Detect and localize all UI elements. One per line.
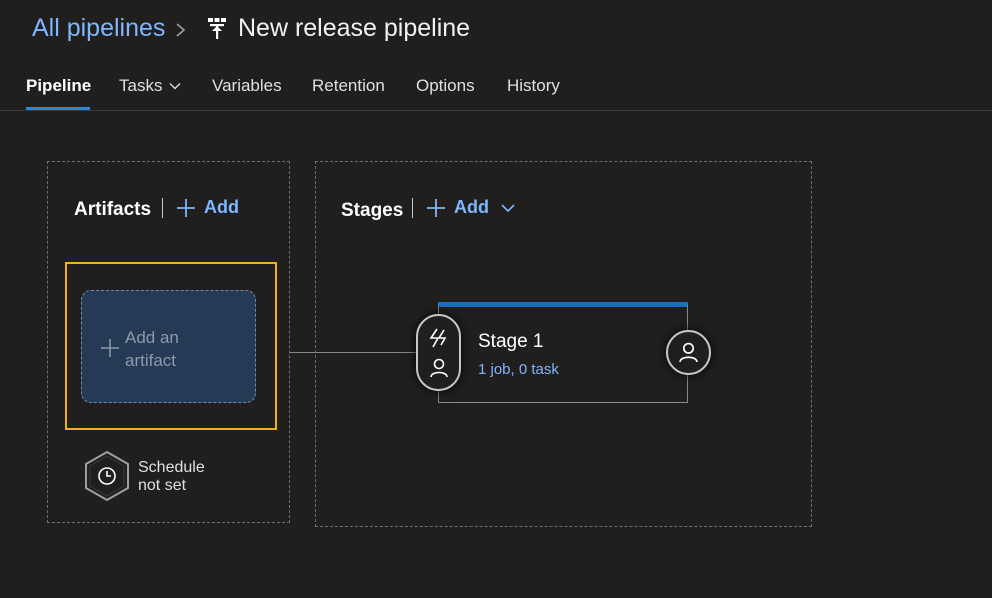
tab-retention-label: Retention bbox=[312, 76, 385, 95]
breadcrumb-all-pipelines[interactable]: All pipelines bbox=[32, 14, 165, 43]
stages-divider bbox=[412, 198, 413, 218]
person-icon bbox=[430, 358, 448, 378]
artifacts-title: Artifacts bbox=[74, 199, 152, 220]
add-artifact-card[interactable]: Add an artifact bbox=[81, 290, 256, 403]
person-icon bbox=[679, 342, 698, 363]
lightning-icon bbox=[429, 328, 447, 348]
schedule-trigger-button[interactable] bbox=[84, 450, 130, 502]
post-deployment-conditions-button[interactable] bbox=[666, 330, 711, 375]
stage-tasks-link[interactable]: 1 job, 0 task bbox=[478, 361, 559, 378]
stages-title: Stages bbox=[341, 200, 404, 221]
artifacts-divider bbox=[162, 198, 163, 218]
pipeline-icon bbox=[208, 18, 226, 39]
schedule-status: Schedule not set bbox=[138, 459, 205, 495]
tab-history-label: History bbox=[507, 76, 560, 95]
chevron-right-icon bbox=[176, 23, 186, 37]
artifact-stage-connector bbox=[290, 352, 420, 353]
plus-icon bbox=[177, 198, 195, 217]
plus-icon bbox=[101, 339, 119, 357]
add-artifact-button[interactable]: Add bbox=[176, 197, 239, 218]
tab-pipeline-label: Pipeline bbox=[26, 76, 92, 95]
add-artifact-text: Add an artifact bbox=[125, 326, 235, 372]
stage-card[interactable] bbox=[438, 302, 688, 403]
add-artifact-label: Add bbox=[204, 197, 239, 217]
schedule-line1: Schedule bbox=[138, 459, 205, 476]
header: All pipelines New release pipeline bbox=[0, 0, 992, 60]
add-stage-button[interactable]: Add bbox=[426, 197, 523, 218]
tab-bar: Pipeline Tasks Variables Retention Optio… bbox=[0, 60, 992, 111]
tab-pipeline[interactable]: Pipeline bbox=[26, 76, 91, 96]
active-tab-indicator bbox=[26, 107, 90, 110]
chevron-down-icon bbox=[169, 83, 181, 90]
tab-history[interactable]: History bbox=[507, 76, 560, 96]
tab-options[interactable]: Options bbox=[416, 76, 475, 96]
stage-name[interactable]: Stage 1 bbox=[478, 331, 544, 353]
add-stage-label: Add bbox=[454, 197, 489, 217]
tab-options-label: Options bbox=[416, 76, 475, 95]
schedule-line2: not set bbox=[138, 477, 187, 494]
tab-variables[interactable]: Variables bbox=[212, 76, 282, 96]
tab-retention[interactable]: Retention bbox=[312, 76, 385, 96]
plus-icon bbox=[427, 198, 445, 217]
tab-tasks-label: Tasks bbox=[119, 76, 163, 95]
add-artifact-line1: Add an bbox=[125, 328, 179, 347]
tab-tasks[interactable]: Tasks bbox=[119, 76, 181, 96]
tab-variables-label: Variables bbox=[212, 76, 282, 95]
page-title: New release pipeline bbox=[238, 14, 471, 42]
add-artifact-line2: artifact bbox=[125, 351, 177, 370]
pre-deployment-conditions-button[interactable] bbox=[416, 314, 461, 391]
chevron-down-icon bbox=[501, 203, 515, 212]
